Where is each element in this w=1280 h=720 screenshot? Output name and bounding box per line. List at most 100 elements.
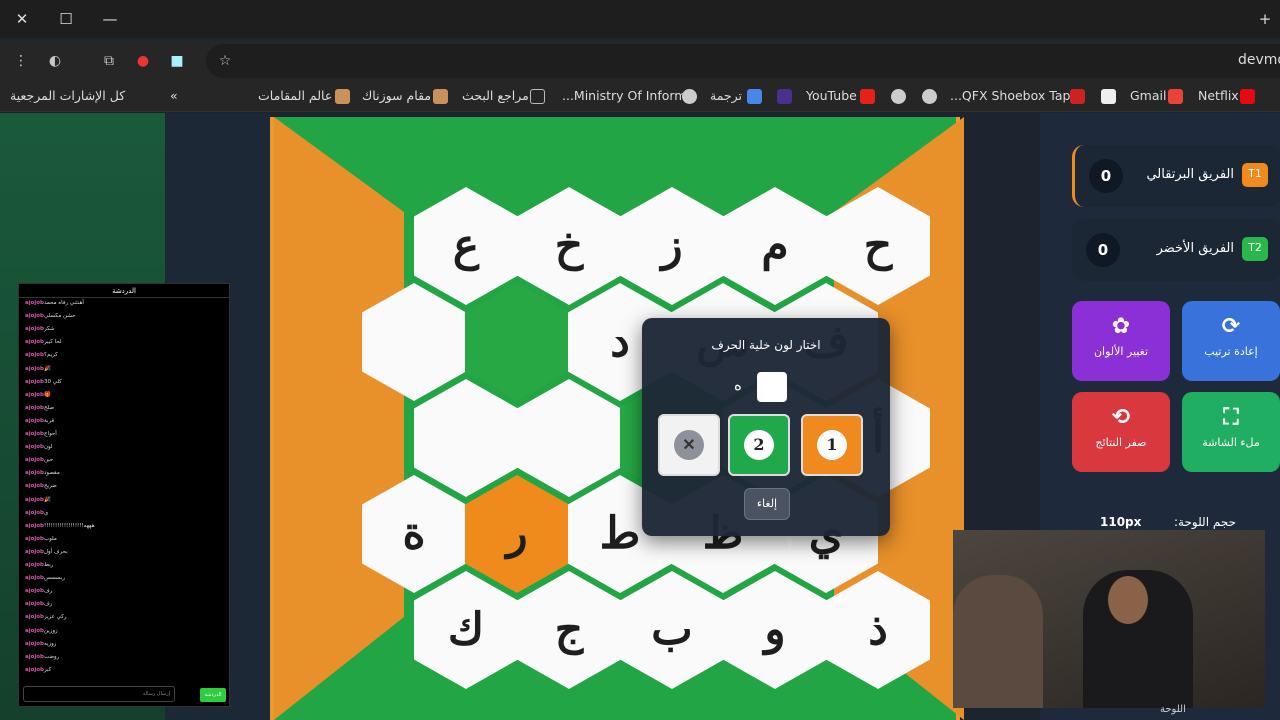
reshuffle-button[interactable]: ⟳ إعادة ترتيب (1182, 301, 1280, 381)
chat-username: ajojob (25, 653, 44, 660)
bottom-label: اللوحة (1160, 704, 1186, 715)
cancel-button[interactable]: إلغاء (744, 488, 790, 520)
chat-text: حشن مكسلي (43, 313, 76, 320)
clear-color-button[interactable]: ✕ (658, 414, 720, 476)
team2-color-button[interactable]: 2 (728, 414, 790, 476)
extension-icon[interactable]: ■ (166, 50, 188, 72)
bookmark-translate[interactable]: ترجمة (710, 88, 742, 103)
bookmark-favicon-icon (1070, 89, 1085, 104)
bookmark-gmail[interactable]: Gmail (1130, 88, 1166, 103)
record-extension-icon[interactable]: ● (132, 50, 154, 72)
new-tab-icon[interactable]: + (1253, 8, 1277, 30)
chat-message: ajojobروضت (25, 654, 59, 660)
board-size-value: 110px (1100, 515, 1142, 529)
chat-text: رف (43, 588, 53, 595)
bookmark-suznak[interactable]: مقام سوزناك (362, 88, 431, 103)
url-text: devmo (1238, 52, 1280, 68)
chat-message: ajojobحين (25, 457, 53, 463)
bookmarks-bar: كل الإشارات المرجعية » عالم المقامات مقا… (0, 82, 1280, 112)
chat-text: ربسسس (43, 575, 65, 582)
chat-username: ajojob (25, 666, 44, 673)
chat-text: أحواج (43, 431, 57, 437)
netflix-icon (1240, 89, 1255, 104)
team1-name: الفريق البرتقالي (1146, 167, 1234, 182)
team2-score: 0 (1086, 233, 1120, 267)
chat-message: ajojobكريم؟ (25, 352, 58, 358)
close-window-icon[interactable]: ✕ (10, 8, 34, 30)
chat-text: قربة (43, 417, 55, 424)
chat-message: ajojobربط (25, 562, 53, 568)
chat-message: ajojobضريح (25, 483, 57, 489)
chat-username: ajojob (25, 548, 44, 555)
chat-username: ajojob (25, 627, 44, 634)
reset-scores-button[interactable]: ⟲ صفر النتائج (1072, 392, 1170, 472)
bookmark-netflix[interactable]: Netflix (1198, 88, 1239, 103)
chat-message: ajojobشكر (25, 326, 55, 332)
maximize-icon[interactable]: ☐ (54, 8, 78, 30)
globe-icon (682, 89, 697, 104)
chat-text: زوزين (43, 627, 58, 634)
palette-icon: ✿ (1111, 314, 1131, 339)
team2-name: الفريق الأخضر (1156, 241, 1234, 256)
webcam-person-left (953, 575, 1043, 708)
modal-title: اختار لون خلية الحرف (711, 338, 821, 352)
reset-icon: ⟲ (1111, 405, 1131, 430)
chat-title: الدردشة (19, 284, 229, 298)
address-bar[interactable]: ☆ devmo (206, 44, 1280, 78)
chat-text: كبر (43, 666, 52, 673)
chat-message: ajojobزوزين (25, 628, 58, 634)
chat-message: ajojob🎉 (25, 366, 51, 372)
bookmark-youtube[interactable]: YouTube (806, 88, 857, 103)
chat-username: ajojob (25, 300, 44, 306)
reset-scores-label: صفر النتائج (1095, 436, 1147, 449)
change-colors-button[interactable]: ✿ تغيير الألوان (1072, 301, 1170, 381)
chat-message: ajojobركي عزيز (25, 614, 66, 620)
chat-text: كلي 30 (43, 378, 62, 385)
chat-text: صلح (43, 404, 55, 411)
team1-color-button[interactable]: 1 (801, 414, 863, 476)
browser-titlebar: ✕ ☐ — + (0, 0, 1280, 38)
x-icon (1101, 89, 1116, 104)
bookmark-ministry[interactable]: Ministry Of Informa... (562, 88, 694, 103)
chat-message: ajojobكبر (25, 667, 51, 673)
bookmark-favicon-icon (433, 89, 448, 104)
chat-username: ajojob (25, 509, 44, 516)
chat-username: ajojob (25, 417, 44, 424)
chat-username: ajojob (25, 483, 44, 490)
chat-text: 🎁 (43, 391, 51, 398)
chat-username: ajojob (25, 365, 44, 372)
minimize-icon[interactable]: — (98, 8, 122, 30)
chat-username: ajojob (25, 444, 44, 451)
chat-username: ajojob (25, 535, 44, 542)
bookmark-qfx[interactable]: QFX Shoebox Tape... (950, 88, 1078, 103)
bookmark-maqamat-world[interactable]: عالم المقامات (258, 88, 332, 103)
chat-text: ربط (43, 562, 54, 568)
fullscreen-label: ملء الشاشة (1202, 436, 1260, 449)
chat-username: ajojob (25, 588, 44, 595)
chat-message: ajojobمقصود (25, 470, 60, 476)
chat-text: حين (43, 457, 54, 464)
star-icon[interactable]: ☆ (214, 50, 236, 72)
fullscreen-button[interactable]: ⛶ ملء الشاشة (1182, 392, 1280, 472)
chat-text: !!!!!!!!!!!!!!!!!!هههه (43, 522, 95, 529)
chat-username: ajojob (25, 470, 44, 477)
webcam-overlay (953, 530, 1265, 708)
team1-card: 0 الفريق البرتقالي T1 (1072, 145, 1280, 207)
bookmark-research[interactable]: مراجع البحث (462, 88, 529, 103)
selected-letter: ه (734, 376, 742, 394)
chat-input[interactable]: إرسال رسالة (23, 686, 175, 702)
bookmarks-overflow[interactable]: » (170, 88, 178, 103)
orange-side-left (274, 117, 404, 720)
menu-icon[interactable]: ⋮ (10, 50, 32, 72)
chat-text: كريم؟ (43, 352, 58, 359)
chat-message: ajojobأهنئني رفاه محمد (25, 300, 84, 306)
extensions-icon[interactable]: ⧉ (98, 50, 120, 72)
chat-message: ajojobأحواج (25, 431, 57, 437)
folder-icon (530, 89, 545, 104)
chat-text: بحرف أول (43, 548, 68, 555)
bookmark-all[interactable]: كل الإشارات المرجعية (10, 88, 125, 103)
color-picker-modal: اختار لون خلية الحرف ه 1 2 ✕ إلغاء (642, 318, 890, 536)
profile-icon[interactable]: ◐ (44, 50, 66, 72)
chat-text: لون (43, 444, 53, 451)
chat-send-button[interactable]: الدردشة (200, 688, 226, 702)
